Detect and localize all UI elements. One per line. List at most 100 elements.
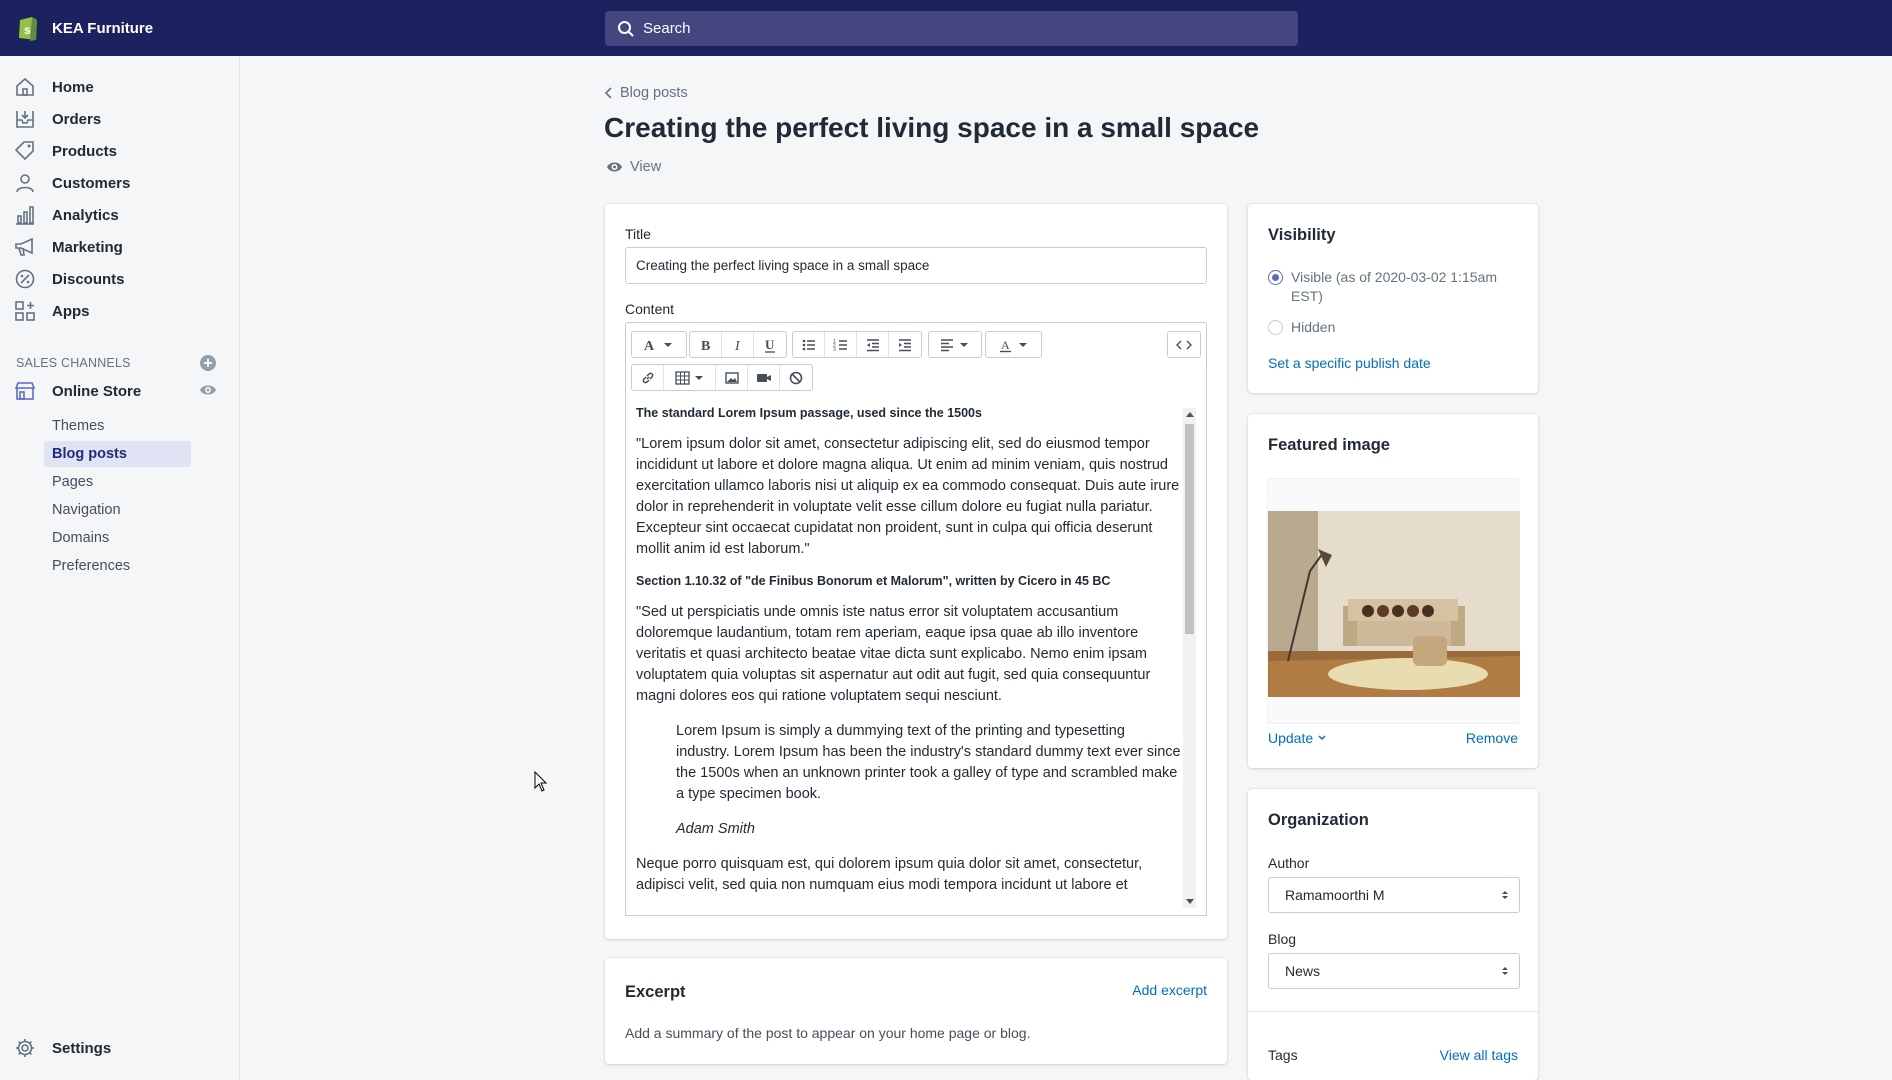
font-style-group: A <box>631 331 687 358</box>
svg-text:3: 3 <box>833 347 836 353</box>
bold-icon: B <box>701 339 710 353</box>
numbered-list-button[interactable]: 123 <box>825 332 857 357</box>
sidebar: Home Orders Products Customers Analytics… <box>0 56 240 1080</box>
hidden-radio[interactable] <box>1268 320 1283 335</box>
rich-text-editor[interactable]: The standard Lorem Ipsum passage, used s… <box>625 398 1207 916</box>
sidebar-item-apps[interactable]: Apps <box>14 296 90 326</box>
sidebar-item-discounts[interactable]: Discounts <box>14 264 125 294</box>
publish-date-link[interactable]: Set a specific publish date <box>1268 355 1431 371</box>
html-code-button[interactable] <box>1168 332 1200 357</box>
hidden-label: Hidden <box>1291 319 1336 335</box>
bold-button[interactable]: B <box>690 332 722 357</box>
sidebar-sub-preferences[interactable]: Preferences <box>44 553 191 579</box>
table-icon <box>674 370 703 385</box>
scrollbar-thumb[interactable] <box>1185 424 1194 634</box>
sidebar-sub-blog-posts[interactable]: Blog posts <box>44 441 191 467</box>
editor-heading: Section 1.10.32 of "de Finibus Bonorum e… <box>636 574 1111 588</box>
text-color-dropdown[interactable]: A <box>986 332 1041 357</box>
bar-chart-icon <box>16 206 34 225</box>
divider <box>1248 1011 1538 1012</box>
sidebar-item-label: Apps <box>52 302 90 320</box>
select-arrows-icon <box>1502 891 1508 899</box>
view-link[interactable]: View <box>606 159 661 175</box>
featured-image-title: Featured image <box>1268 436 1390 454</box>
discount-icon <box>15 269 35 289</box>
sidebar-sub-themes[interactable]: Themes <box>44 413 191 439</box>
font-icon: A <box>644 339 672 353</box>
orders-icon <box>16 111 34 128</box>
sidebar-item-home[interactable]: Home <box>14 72 94 102</box>
blog-select[interactable]: News <box>1268 953 1520 989</box>
editor-content[interactable]: The standard Lorem Ipsum passage, used s… <box>636 406 1181 910</box>
sidebar-item-label: Products <box>52 142 118 160</box>
update-image-link[interactable]: Update <box>1268 730 1327 746</box>
visibility-card: Visibility Visible (as of 2020-03-02 1:1… <box>1248 204 1538 393</box>
tags-label: Tags <box>1268 1047 1298 1063</box>
select-arrows-icon <box>1502 967 1508 975</box>
indent-button[interactable] <box>889 332 921 357</box>
title-field[interactable]: Creating the perfect living space in a s… <box>625 247 1207 284</box>
author-select[interactable]: Ramamoorthi M <box>1268 877 1520 913</box>
apps-icon <box>15 301 35 321</box>
store-brand[interactable]: s KEA Furniture <box>0 14 240 42</box>
editor-paragraph: Neque porro quisquam est, qui dolorem ip… <box>636 856 1143 893</box>
svg-text:A: A <box>1001 338 1010 352</box>
add-channel-icon[interactable] <box>199 354 217 372</box>
sidebar-item-orders[interactable]: Orders <box>14 104 101 134</box>
align-group <box>928 331 982 358</box>
view-all-tags-link[interactable]: View all tags <box>1440 1047 1518 1063</box>
sidebar-item-products[interactable]: Products <box>14 136 117 166</box>
svg-text:B: B <box>701 339 710 353</box>
color-group: A <box>985 331 1042 358</box>
insert-video-button[interactable] <box>748 365 780 390</box>
sidebar-item-label: Marketing <box>52 238 123 256</box>
editor-heading: The standard Lorem Ipsum passage, used s… <box>636 406 982 420</box>
sidebar-sub-domains[interactable]: Domains <box>44 525 191 551</box>
sidebar-sub-navigation[interactable]: Navigation <box>44 497 191 523</box>
bullet-list-icon <box>802 339 815 350</box>
italic-button[interactable]: I <box>722 332 754 357</box>
insert-image-button[interactable] <box>716 365 748 390</box>
underline-button[interactable]: U <box>754 332 786 357</box>
sidebar-item-label: Analytics <box>52 206 119 224</box>
scroll-down-arrow-icon[interactable] <box>1186 899 1194 904</box>
image-icon <box>724 371 739 384</box>
content-label: Content <box>625 301 675 317</box>
gear-icon <box>16 1039 34 1057</box>
bullet-list-button[interactable] <box>793 332 825 357</box>
add-excerpt-link[interactable]: Add excerpt <box>1132 982 1207 998</box>
title-label: Title <box>625 226 651 242</box>
sidebar-item-settings[interactable]: Settings <box>14 1033 111 1063</box>
sidebar-item-customers[interactable]: Customers <box>14 168 130 198</box>
insert-link-button[interactable] <box>632 365 664 390</box>
clear-format-icon <box>789 371 803 384</box>
outdent-button[interactable] <box>857 332 889 357</box>
sidebar-item-online-store[interactable]: Online Store <box>14 376 141 406</box>
breadcrumb[interactable]: Blog posts <box>604 85 688 101</box>
insert-table-dropdown[interactable] <box>664 365 716 390</box>
remove-image-link[interactable]: Remove <box>1466 730 1518 746</box>
visible-radio[interactable] <box>1268 270 1283 285</box>
search-input[interactable]: Search <box>605 11 1298 46</box>
sidebar-sub-pages[interactable]: Pages <box>44 469 191 495</box>
author-value: Ramamoorthi M <box>1285 887 1385 903</box>
font-dropdown[interactable]: A <box>632 332 686 357</box>
editor-scrollbar[interactable] <box>1183 408 1196 908</box>
editor-paragraph: "Sed ut perspiciatis unde omnis iste nat… <box>636 604 1151 704</box>
sidebar-item-analytics[interactable]: Analytics <box>14 200 119 230</box>
excerpt-title: Excerpt <box>625 983 686 1001</box>
code-group <box>1167 331 1201 358</box>
sidebar-item-marketing[interactable]: Marketing <box>14 232 123 262</box>
featured-image[interactable] <box>1268 511 1520 697</box>
svg-text:s: s <box>24 23 31 37</box>
sales-channels-heading: SALES CHANNELS <box>16 356 131 370</box>
eye-icon[interactable] <box>199 381 217 399</box>
clear-format-button[interactable] <box>780 365 812 390</box>
tag-icon <box>14 141 34 161</box>
scroll-up-arrow-icon[interactable] <box>1186 412 1194 417</box>
image-frame <box>1267 478 1520 724</box>
editor-blockquote: Lorem Ipsum is simply a dummying text of… <box>676 721 1181 840</box>
align-dropdown[interactable] <box>929 332 981 357</box>
page-title: Creating the perfect living space in a s… <box>604 112 1260 143</box>
visibility-title: Visibility <box>1268 226 1336 244</box>
